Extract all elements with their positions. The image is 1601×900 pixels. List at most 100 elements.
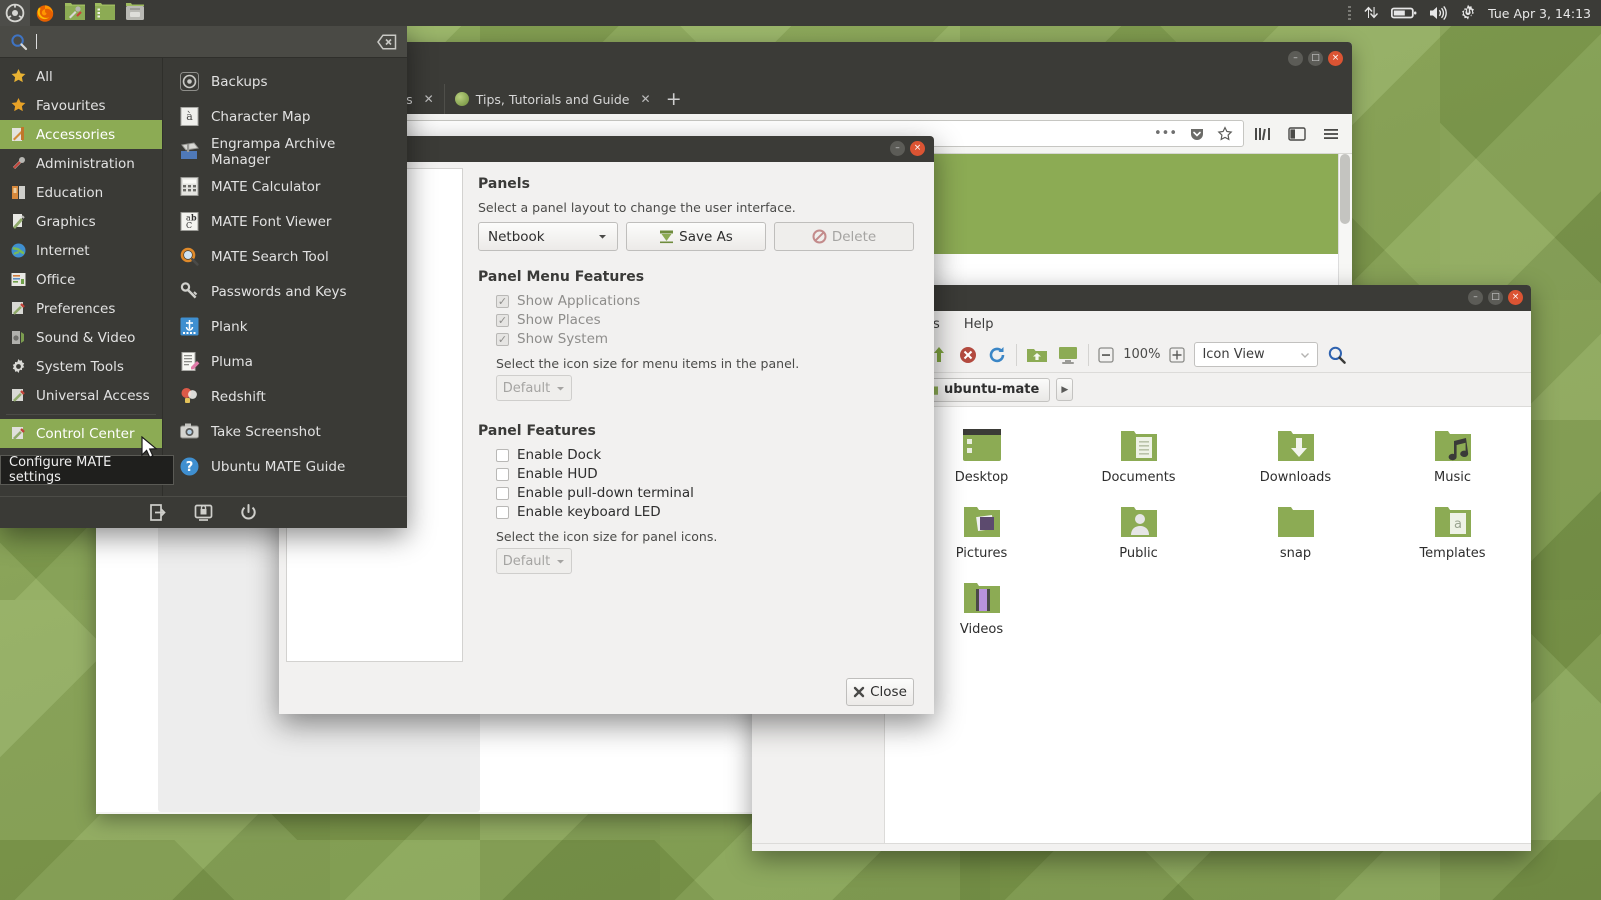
sidebar-item-favourites[interactable]: Favourites	[0, 91, 162, 120]
menu-item-engrampa-archive-manager[interactable]: Engrampa Archive Manager	[163, 134, 407, 169]
log-out-icon[interactable]	[149, 503, 168, 522]
ubuntu-mate-menu-icon[interactable]	[0, 0, 30, 26]
maximize-button[interactable]: □	[1308, 51, 1323, 66]
library-icon[interactable]	[1254, 126, 1272, 142]
close-button[interactable]: ×	[910, 141, 925, 156]
home-folder-icon[interactable]	[1026, 345, 1048, 365]
list-item[interactable]: Public	[1060, 501, 1217, 577]
search-icon[interactable]	[1327, 345, 1347, 365]
save-as-button[interactable]: Save As	[626, 222, 766, 251]
menu-icon-size-select[interactable]: Default	[496, 375, 572, 401]
search-input[interactable]	[36, 34, 369, 49]
menu-item-take-screenshot[interactable]: Take Screenshot	[163, 414, 407, 449]
scrollbar-thumb[interactable]	[1340, 154, 1350, 224]
sidebar-item-administration[interactable]: Administration	[0, 149, 162, 178]
list-item[interactable]: Music	[1374, 425, 1531, 501]
sidebar-item-graphics[interactable]: Graphics	[0, 207, 162, 236]
clock[interactable]: Tue Apr 3, 14:13	[1488, 6, 1591, 21]
menu-search-bar[interactable]	[0, 26, 407, 58]
sidebar-item-label: Sound & Video	[36, 329, 136, 346]
application-menu[interactable]: All Favourites Accessories Administratio…	[0, 26, 407, 528]
checkbox-enable-pulldown-terminal[interactable]: Enable pull-down terminal	[496, 485, 914, 501]
close-button[interactable]: ×	[1508, 290, 1523, 305]
sidebar-item-preferences[interactable]: Preferences	[0, 294, 162, 323]
delete-button[interactable]: Delete	[774, 222, 914, 251]
minimize-button[interactable]: –	[1288, 51, 1303, 66]
reload-icon[interactable]	[987, 345, 1007, 365]
panels-description: Select a panel layout to change the user…	[478, 200, 796, 215]
sidebar-item-sound-video[interactable]: Sound & Video	[0, 323, 162, 352]
panel-icon-size-select[interactable]: Default	[496, 548, 572, 574]
terminal-icon[interactable]	[90, 0, 120, 26]
menu-item-label: MATE Font Viewer	[211, 213, 332, 230]
list-item[interactable]: Downloads	[1217, 425, 1374, 501]
list-item[interactable]: Documents	[1060, 425, 1217, 501]
caja-icon-view[interactable]: Desktop Documents Downloads Music Pictur…	[885, 407, 1531, 843]
menu-item-character-map[interactable]: à Character Map	[163, 99, 407, 134]
list-item[interactable]: a Templates	[1374, 501, 1531, 577]
checkbox-show-applications[interactable]: ✓ Show Applications	[496, 293, 914, 309]
sidebar-icon[interactable]	[1288, 126, 1306, 142]
sidebar-item-system-tools[interactable]: System Tools	[0, 352, 162, 381]
checkbox-show-system[interactable]: ✓ Show System	[496, 331, 914, 347]
font-viewer-icon: abC	[179, 211, 200, 232]
pocket-icon[interactable]	[1189, 126, 1205, 142]
bookmark-star-icon[interactable]	[1217, 125, 1233, 142]
menu-item-mate-calculator[interactable]: MATE Calculator	[163, 169, 407, 204]
close-dialog-button[interactable]: Close	[846, 678, 914, 706]
sidebar-item-accessories[interactable]: Accessories	[0, 120, 162, 149]
firefox-icon[interactable]	[30, 0, 60, 26]
computer-icon[interactable]	[1057, 345, 1079, 365]
minimize-button[interactable]: –	[890, 141, 905, 156]
caja-menu-help[interactable]: Help	[964, 317, 994, 332]
shutdown-icon[interactable]	[239, 503, 258, 522]
menu-item-passwords-and-keys[interactable]: Passwords and Keys	[163, 274, 407, 309]
new-tab-button[interactable]: +	[654, 84, 694, 114]
caja-file-manager-icon[interactable]	[120, 0, 150, 26]
view-mode-select[interactable]: Icon View	[1194, 342, 1319, 367]
power-settings-icon[interactable]	[1459, 4, 1477, 22]
close-button[interactable]: ×	[1328, 51, 1343, 66]
network-icon[interactable]	[1362, 4, 1380, 22]
menu-item-backups[interactable]: Backups	[163, 64, 407, 99]
menu-item-label: Character Map	[211, 108, 311, 125]
menu-item-redshift[interactable]: Redshift	[163, 379, 407, 414]
checkbox-enable-dock[interactable]: Enable Dock	[496, 447, 914, 463]
menu-item-mate-font-viewer[interactable]: abC MATE Font Viewer	[163, 204, 407, 239]
checkbox-enable-hud[interactable]: Enable HUD	[496, 466, 914, 482]
stop-icon[interactable]	[958, 345, 978, 365]
browser-tab[interactable]: Tips, Tutorials and Guide ✕	[443, 84, 654, 114]
checkbox-show-places[interactable]: ✓ Show Places	[496, 312, 914, 328]
sidebar-item-all[interactable]: All	[0, 62, 162, 91]
close-icon[interactable]: ✕	[424, 92, 434, 106]
sidebar-item-control-center[interactable]: Control Center	[0, 419, 162, 448]
menu-item-pluma[interactable]: Pluma	[163, 344, 407, 379]
zoom-reset-icon[interactable]	[1169, 346, 1186, 363]
volume-icon[interactable]	[1428, 5, 1448, 21]
menu-item-plank[interactable]: Plank	[163, 309, 407, 344]
close-icon[interactable]: ✕	[640, 92, 650, 106]
menu-item-label: Take Screenshot	[211, 423, 321, 440]
minimize-button[interactable]: –	[1468, 290, 1483, 305]
maximize-button[interactable]: □	[1488, 290, 1503, 305]
breadcrumb-next-button[interactable]: ▶	[1056, 378, 1074, 401]
lock-screen-icon[interactable]	[194, 503, 213, 522]
page-actions-icon[interactable]: •••	[1154, 126, 1177, 141]
battery-icon[interactable]	[1391, 6, 1417, 20]
clear-search-icon[interactable]	[377, 33, 397, 50]
hamburger-menu-icon[interactable]	[1322, 126, 1340, 142]
gear-icon	[10, 358, 27, 375]
menu-item-ubuntu-mate-guide[interactable]: ? Ubuntu MATE Guide	[163, 449, 407, 484]
zoom-level: 100%	[1123, 347, 1161, 362]
list-item[interactable]: snap	[1217, 501, 1374, 577]
menu-item-mate-search-tool[interactable]: MATE Search Tool	[163, 239, 407, 274]
sidebar-item-education[interactable]: Education	[0, 178, 162, 207]
zoom-out-icon[interactable]	[1098, 346, 1114, 363]
firefox-nav-icons	[1254, 126, 1340, 142]
panel-layout-select[interactable]: Netbook	[478, 222, 618, 251]
sidebar-item-internet[interactable]: Internet	[0, 236, 162, 265]
mate-tweak-icon[interactable]	[60, 0, 90, 26]
checkbox-enable-keyboard-led[interactable]: Enable keyboard LED	[496, 504, 914, 520]
sidebar-item-universal-access[interactable]: Universal Access	[0, 381, 162, 410]
sidebar-item-office[interactable]: Office	[0, 265, 162, 294]
